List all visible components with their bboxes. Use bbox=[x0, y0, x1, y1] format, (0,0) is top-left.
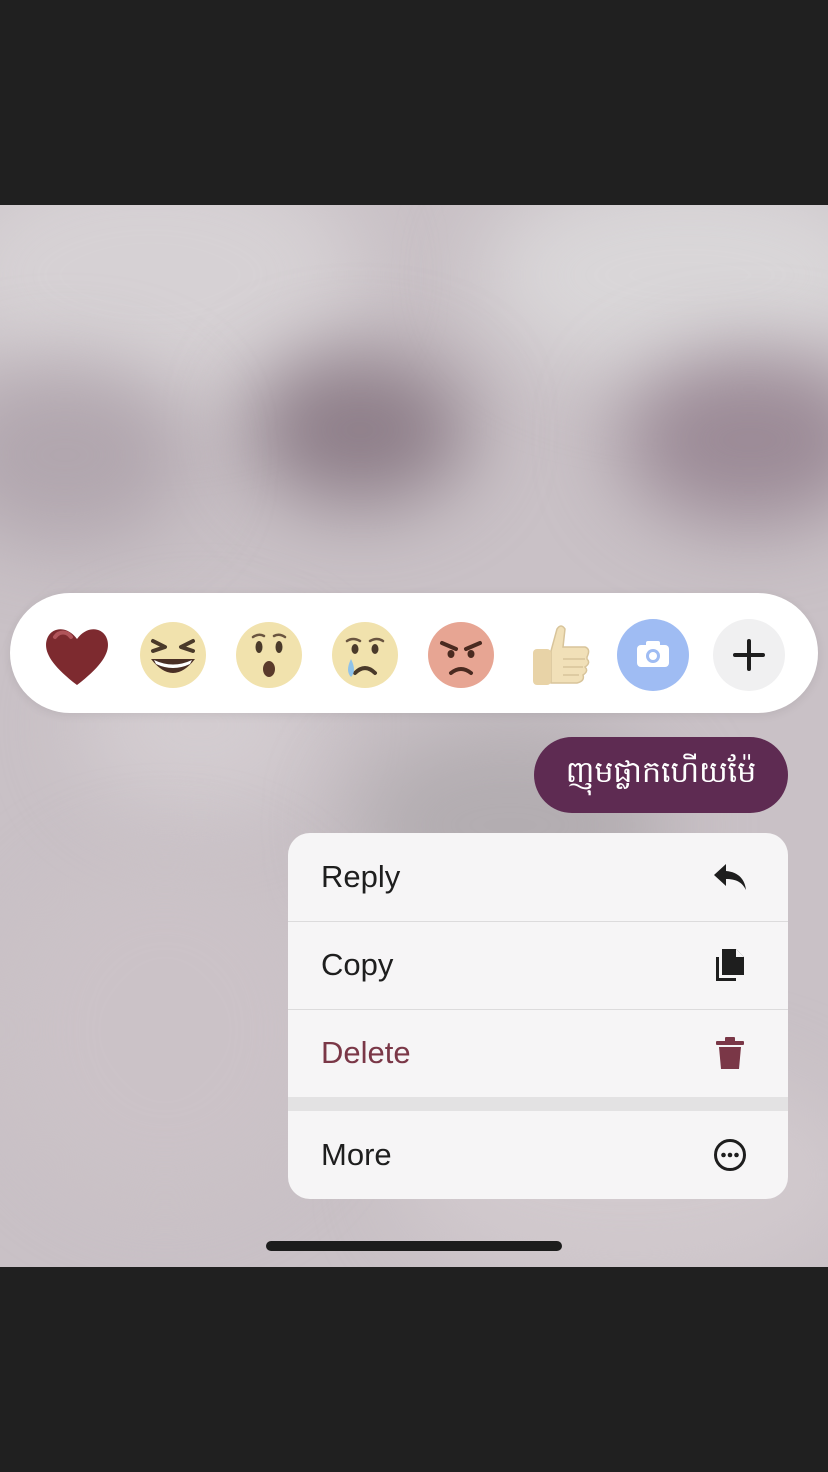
message-context-menu: Reply Copy Delete More bbox=[288, 833, 788, 1199]
reply-label: Reply bbox=[321, 859, 401, 894]
chat-screen: ញុមផ្លាកហើយម៉ែ Reply Copy Delete More bbox=[0, 205, 828, 1267]
red-heart-icon bbox=[46, 629, 108, 685]
more-menu-item[interactable]: More bbox=[288, 1111, 788, 1199]
more-options-icon bbox=[712, 1137, 748, 1173]
crying-face-icon bbox=[332, 622, 398, 688]
trash-icon bbox=[712, 1035, 748, 1071]
delete-menu-item[interactable]: Delete bbox=[288, 1009, 788, 1097]
copy-icon bbox=[712, 947, 748, 983]
heart-reaction-button[interactable] bbox=[41, 619, 113, 691]
angry-reaction-button[interactable] bbox=[425, 619, 497, 691]
reply-menu-item[interactable]: Reply bbox=[288, 833, 788, 921]
home-indicator[interactable] bbox=[266, 1241, 562, 1251]
camera-reaction-button[interactable] bbox=[617, 619, 689, 691]
grinning-squinting-face-icon bbox=[140, 622, 206, 688]
reply-icon bbox=[712, 859, 748, 895]
message-text: ញុមផ្លាកហើយម៉ែ bbox=[565, 755, 757, 790]
plus-icon bbox=[713, 619, 785, 691]
thumbs-up-reaction-button[interactable] bbox=[521, 619, 593, 691]
reaction-bar bbox=[10, 593, 818, 713]
message-bubble[interactable]: ញុមផ្លាកហើយម៉ែ bbox=[534, 737, 788, 813]
letterbox-top bbox=[0, 0, 828, 205]
delete-label: Delete bbox=[321, 1035, 411, 1070]
surprised-reaction-button[interactable] bbox=[233, 619, 305, 691]
angry-face-icon bbox=[428, 622, 494, 688]
laughing-reaction-button[interactable] bbox=[137, 619, 209, 691]
hushed-face-icon bbox=[236, 622, 302, 688]
copy-menu-item[interactable]: Copy bbox=[288, 921, 788, 1009]
camera-icon bbox=[617, 619, 689, 691]
crying-reaction-button[interactable] bbox=[329, 619, 401, 691]
copy-label: Copy bbox=[321, 947, 394, 982]
letterbox-bottom bbox=[0, 1267, 828, 1472]
add-reaction-button[interactable] bbox=[713, 619, 785, 691]
more-label: More bbox=[321, 1137, 392, 1172]
thumbs-up-icon bbox=[533, 625, 590, 685]
